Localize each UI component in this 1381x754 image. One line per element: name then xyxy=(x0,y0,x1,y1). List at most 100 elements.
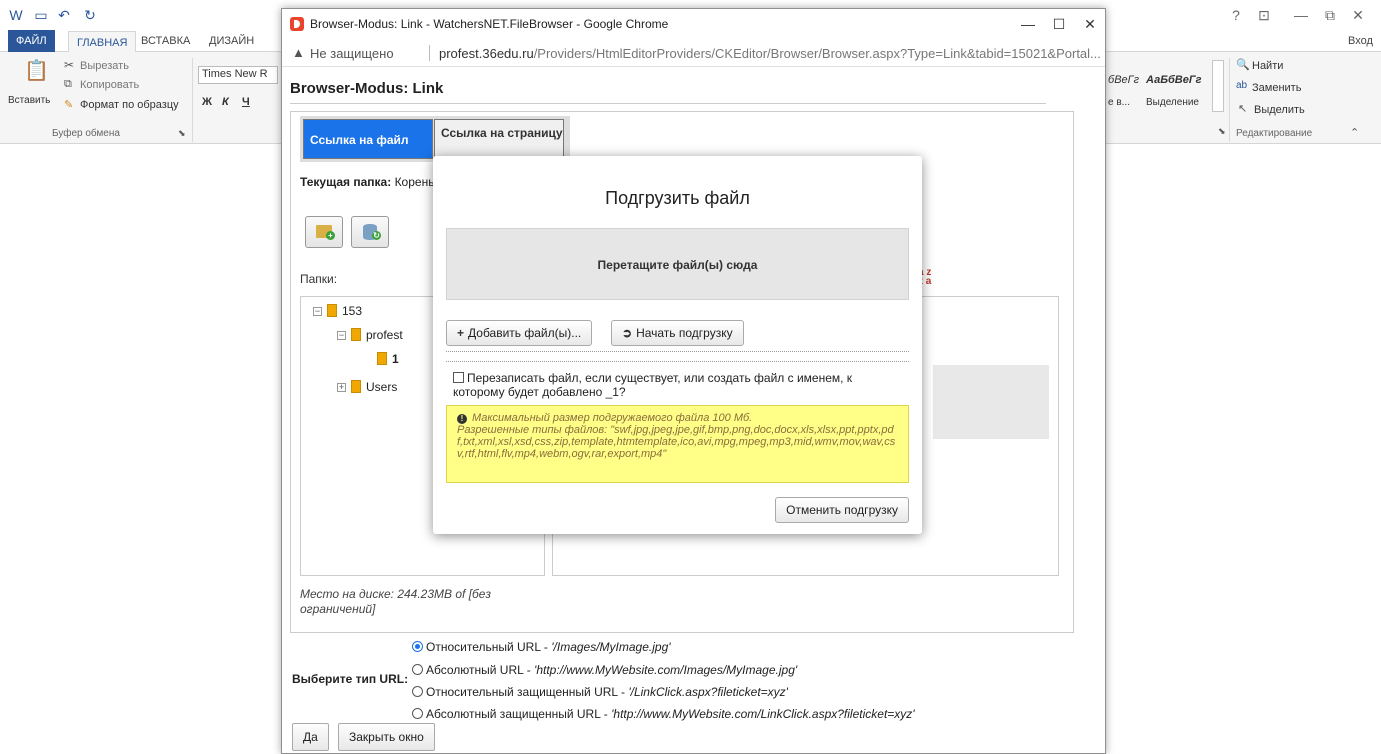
create-folder-button[interactable]: + xyxy=(305,216,343,248)
format-painter-button[interactable]: Формат по образцу xyxy=(80,99,179,111)
tab-design[interactable]: ДИЗАЙН xyxy=(201,30,262,52)
clipboard-group-label: Буфер обмена xyxy=(52,128,120,139)
current-folder-value: Корень xyxy=(394,175,435,189)
style-sample-2[interactable]: АаБбВеГг xyxy=(1146,74,1201,86)
paste-icon[interactable]: 📋 xyxy=(24,58,49,83)
address-separator xyxy=(429,45,430,61)
collapse-icon[interactable]: − xyxy=(313,307,322,316)
undo-icon[interactable]: ↶ xyxy=(56,7,72,23)
tab-link-to-file[interactable]: Ссылка на файл xyxy=(303,119,433,159)
cancel-upload-button[interactable]: Отменить подгрузку xyxy=(775,497,909,523)
start-upload-button[interactable]: ➲ Начать подгрузку xyxy=(611,320,744,346)
bold-button[interactable]: Ж xyxy=(202,96,212,108)
url-path: /Providers/HtmlEditorProviders/CKEditor/… xyxy=(533,46,1101,61)
styles-scroll[interactable] xyxy=(1212,60,1224,112)
tab-file[interactable]: ФАЙЛ xyxy=(8,30,55,52)
collapse-icon[interactable]: − xyxy=(337,331,346,340)
style-label-2[interactable]: Выделение xyxy=(1146,97,1199,108)
address-bar[interactable]: ▲ Не защищено profest.36edu.ru/Providers… xyxy=(282,39,1105,67)
divider xyxy=(446,361,909,362)
upload-circle-icon: ➲ xyxy=(622,326,633,340)
overwrite-checkbox[interactable] xyxy=(453,372,464,383)
style-sample-1[interactable]: бВеГг xyxy=(1108,74,1139,86)
allowed-types-text: Разрешенные типы файлов: "swf,jpg,jpeg,j… xyxy=(457,424,896,460)
divider xyxy=(446,351,909,352)
file-item[interactable] xyxy=(933,365,1049,439)
copy-button[interactable]: Копировать xyxy=(80,79,139,91)
add-files-button[interactable]: + Добавить файл(ы)... xyxy=(446,320,593,346)
radio-button[interactable] xyxy=(412,708,423,719)
ribbon-options-icon[interactable]: ⊡ xyxy=(1256,7,1272,23)
close-icon[interactable]: ✕ xyxy=(1079,13,1101,35)
url-option-label: Абсолютный защищенный URL - xyxy=(426,707,612,721)
tree-node-profest[interactable]: − profest xyxy=(337,328,403,342)
replace-icon[interactable]: ab xyxy=(1236,80,1247,91)
tab-home[interactable]: ГЛАВНАЯ xyxy=(68,31,137,53)
style-label-1[interactable]: е в... xyxy=(1108,97,1130,108)
disk-space-info: Место на диске: 244.23MB of [без огранич… xyxy=(300,587,491,616)
current-folder: Текущая папка: Корень xyxy=(300,175,434,189)
url-text[interactable]: profest.36edu.ru/Providers/HtmlEditorPro… xyxy=(439,46,1101,61)
dialog-title: Подгрузить файл xyxy=(605,188,750,208)
styles-launcher-icon[interactable]: ⬊ xyxy=(1218,126,1226,137)
info-icon: ! xyxy=(457,414,467,424)
underline-button[interactable]: Ч xyxy=(242,96,250,108)
save-icon[interactable]: ▭ xyxy=(33,7,49,23)
url-option-label: Относительный URL - xyxy=(426,640,552,654)
heading-divider xyxy=(290,103,1046,104)
tree-node-label: profest xyxy=(366,328,403,342)
ok-button[interactable]: Да xyxy=(292,723,329,751)
restore-icon[interactable]: ⧉ xyxy=(1322,7,1338,23)
signin-link[interactable]: Вход xyxy=(1340,30,1381,52)
folder-icon xyxy=(327,304,337,317)
url-option-example: '/Images/MyImage.jpg' xyxy=(551,640,671,654)
editing-group-label: Редактирование xyxy=(1236,128,1313,139)
copy-icon[interactable]: ⧉ xyxy=(64,78,72,91)
radio-button[interactable] xyxy=(412,686,423,697)
replace-button[interactable]: Заменить xyxy=(1252,82,1301,94)
sync-button[interactable]: ↻ xyxy=(351,216,389,248)
close-window-button[interactable]: Закрыть окно xyxy=(338,723,435,751)
tab-insert[interactable]: ВСТАВКА xyxy=(133,30,198,52)
collapse-ribbon-icon[interactable]: ⌃ xyxy=(1350,126,1359,139)
help-icon[interactable]: ? xyxy=(1228,7,1244,23)
warning-icon[interactable]: ▲ xyxy=(292,45,305,60)
tree-node-label: 1 xyxy=(392,352,399,366)
url-option-absolute-secure[interactable]: Абсолютный защищенный URL - 'http://www.… xyxy=(412,707,915,721)
tree-node-users[interactable]: + Users xyxy=(337,380,397,394)
tree-node-label: 153 xyxy=(342,304,363,318)
cut-button[interactable]: Вырезать xyxy=(80,60,129,72)
radio-button[interactable] xyxy=(412,664,423,675)
clipboard-launcher-icon[interactable]: ⬊ xyxy=(178,128,186,139)
expand-icon[interactable]: + xyxy=(337,383,346,392)
overwrite-label: Перезаписать файл, если существует, или … xyxy=(453,371,853,399)
cut-icon[interactable]: ✂ xyxy=(64,58,74,72)
find-button[interactable]: Найти xyxy=(1252,60,1283,72)
tab-link-to-page[interactable]: Ссылка на страницу xyxy=(434,119,564,159)
url-option-relative-secure[interactable]: Относительный защищенный URL - '/LinkCli… xyxy=(412,685,788,699)
select-button[interactable]: Выделить xyxy=(1254,104,1305,116)
binoculars-icon[interactable]: 🔍 xyxy=(1236,58,1250,71)
italic-button[interactable]: К xyxy=(222,96,229,108)
url-option-absolute[interactable]: Абсолютный URL - 'http://www.MyWebsite.c… xyxy=(412,663,797,677)
paste-button[interactable]: Вставить xyxy=(8,95,50,106)
url-option-relative[interactable]: Относительный URL - '/Images/MyImage.jpg… xyxy=(412,640,671,654)
format-painter-icon[interactable]: ✎ xyxy=(64,98,73,111)
url-option-example: '/LinkClick.aspx?fileticket=xyz' xyxy=(628,685,788,699)
close-icon[interactable]: ✕ xyxy=(1350,7,1366,23)
redo-icon[interactable]: ↻ xyxy=(82,7,98,23)
overwrite-option[interactable]: Перезаписать файл, если существует, или … xyxy=(453,371,893,399)
tree-node-root[interactable]: − 153 xyxy=(313,304,362,318)
tree-node-1[interactable]: 1 xyxy=(377,352,399,366)
select-icon[interactable]: ↖ xyxy=(1238,102,1247,115)
drop-zone[interactable]: Перетащите файл(ы) сюда xyxy=(446,228,909,300)
radio-button[interactable] xyxy=(412,641,423,652)
tree-node-label: Users xyxy=(366,380,398,394)
start-upload-label: Начать подгрузку xyxy=(636,326,733,340)
font-name-select[interactable]: Times New R xyxy=(198,66,278,84)
minimize-icon[interactable]: — xyxy=(1293,7,1309,23)
not-secure-label[interactable]: Не защищено xyxy=(310,46,394,61)
maximize-icon[interactable]: ☐ xyxy=(1048,13,1070,35)
upload-notice: ! Максимальный размер подгружаемого файла… xyxy=(446,405,909,483)
minimize-icon[interactable]: — xyxy=(1017,13,1039,35)
